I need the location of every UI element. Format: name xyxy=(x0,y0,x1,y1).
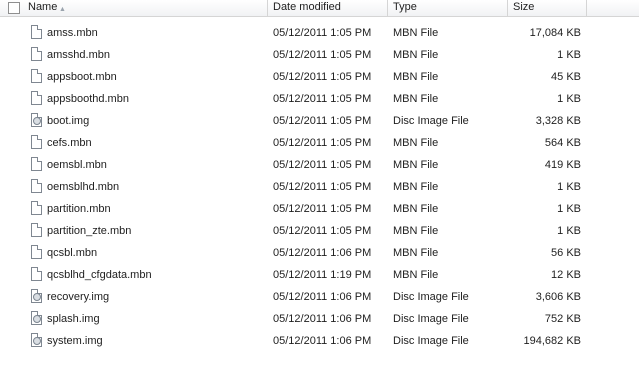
file-size: 56 KB xyxy=(551,247,581,259)
file-name: cefs.mbn xyxy=(47,137,92,149)
file-size: 1 KB xyxy=(557,93,581,105)
file-date-modified: 05/12/2011 1:05 PM xyxy=(273,49,372,61)
file-type: MBN File xyxy=(393,247,439,259)
file-row[interactable]: oemsbl.mbn 05/12/2011 1:05 PM MBN File 419 … xyxy=(0,155,639,177)
file-icon xyxy=(31,135,42,149)
file-type: MBN File xyxy=(393,27,439,39)
file-row[interactable]: partition_zte.mbn 05/12/2011 1:05 PM MBN F… xyxy=(0,221,639,243)
file-type: MBN File xyxy=(393,203,439,215)
file-name: qcsblhd_cfgdata.mbn xyxy=(47,269,152,281)
column-header-bar: Name ▲ Date modified Type Size xyxy=(0,0,639,17)
file-row[interactable]: amss.mbn 05/12/2011 1:05 PM MBN File 17,084… xyxy=(0,23,639,45)
file-type: Disc Image File xyxy=(393,335,469,347)
file-date-modified: 05/12/2011 1:05 PM xyxy=(273,93,372,105)
file-name: qcsbl.mbn xyxy=(47,247,98,259)
file-size: 1 KB xyxy=(557,203,581,215)
column-header-type[interactable]: Type xyxy=(388,0,508,16)
column-header-name[interactable]: Name ▲ xyxy=(0,0,268,16)
sort-ascending-icon: ▲ xyxy=(59,6,66,13)
file-icon xyxy=(31,201,42,215)
disc-image-icon xyxy=(31,289,42,303)
file-icon xyxy=(31,223,42,237)
file-type: MBN File xyxy=(393,159,439,171)
file-size: 3,606 KB xyxy=(535,291,581,303)
file-size: 1 KB xyxy=(557,225,581,237)
file-row[interactable]: oemsblhd.mbn 05/12/2011 1:05 PM MBN File 1 … xyxy=(0,177,639,199)
disc-image-icon xyxy=(31,311,42,325)
file-type: MBN File xyxy=(393,225,439,237)
file-name: oemsbl.mbn xyxy=(47,159,107,171)
file-list: amss.mbn 05/12/2011 1:05 PM MBN File 17,084… xyxy=(0,23,639,353)
file-name: appsboot.mbn xyxy=(47,71,117,83)
file-row[interactable]: appsboot.mbn 05/12/2011 1:05 PM MBN File 45… xyxy=(0,67,639,89)
file-name: amss.mbn xyxy=(47,27,98,39)
file-date-modified: 05/12/2011 1:05 PM xyxy=(273,225,372,237)
file-date-modified: 05/12/2011 1:06 PM xyxy=(273,313,372,325)
file-date-modified: 05/12/2011 1:05 PM xyxy=(273,71,372,83)
file-row[interactable]: appsboothd.mbn 05/12/2011 1:05 PM MBN File… xyxy=(0,89,639,111)
file-date-modified: 05/12/2011 1:05 PM xyxy=(273,159,372,171)
file-size: 194,682 KB xyxy=(523,335,582,347)
file-name: system.img xyxy=(47,335,103,347)
select-all-checkbox[interactable] xyxy=(8,2,20,14)
file-date-modified: 05/12/2011 1:05 PM xyxy=(273,137,372,149)
file-icon xyxy=(31,179,42,193)
file-date-modified: 05/12/2011 1:06 PM xyxy=(273,335,372,347)
file-type: MBN File xyxy=(393,49,439,61)
file-type: Disc Image File xyxy=(393,313,469,325)
file-icon xyxy=(31,69,42,83)
file-date-modified: 05/12/2011 1:05 PM xyxy=(273,115,372,127)
file-name: boot.img xyxy=(47,115,90,127)
column-header-size[interactable]: Size xyxy=(508,0,587,16)
file-size: 45 KB xyxy=(551,71,581,83)
column-header-name-label: Name xyxy=(28,1,58,13)
file-type: MBN File xyxy=(393,181,439,193)
file-row[interactable]: qcsblhd_cfgdata.mbn 05/12/2011 1:19 PM MBN… xyxy=(0,265,639,287)
file-row[interactable]: recovery.img 05/12/2011 1:06 PM Disc Image… xyxy=(0,287,639,309)
file-icon xyxy=(31,91,42,105)
disc-image-icon xyxy=(31,113,42,127)
file-size: 564 KB xyxy=(544,137,581,149)
file-date-modified: 05/12/2011 1:05 PM xyxy=(273,181,372,193)
disc-image-icon xyxy=(31,333,42,347)
file-row[interactable]: system.img 05/12/2011 1:06 PM Disc Image F… xyxy=(0,331,639,353)
file-size: 419 KB xyxy=(544,159,581,171)
file-icon xyxy=(31,47,42,61)
file-type: Disc Image File xyxy=(393,291,469,303)
file-icon xyxy=(31,245,42,259)
file-size: 17,084 KB xyxy=(529,27,581,39)
file-row[interactable]: cefs.mbn 05/12/2011 1:05 PM MBN File 564 KB xyxy=(0,133,639,155)
file-size: 1 KB xyxy=(557,49,581,61)
file-icon xyxy=(31,267,42,281)
file-icon xyxy=(31,25,42,39)
file-type: MBN File xyxy=(393,93,439,105)
file-row[interactable]: splash.img 05/12/2011 1:06 PM Disc Image F… xyxy=(0,309,639,331)
file-date-modified: 05/12/2011 1:05 PM xyxy=(273,27,372,39)
file-type: MBN File xyxy=(393,269,439,281)
file-row[interactable]: boot.img 05/12/2011 1:05 PM Disc Image Fil… xyxy=(0,111,639,133)
file-type: Disc Image File xyxy=(393,115,469,127)
file-name: recovery.img xyxy=(47,291,110,303)
file-size: 752 KB xyxy=(544,313,581,325)
column-header-date[interactable]: Date modified xyxy=(268,0,388,16)
file-name: partition.mbn xyxy=(47,203,111,215)
file-name: amsshd.mbn xyxy=(47,49,110,61)
file-date-modified: 05/12/2011 1:06 PM xyxy=(273,247,372,259)
file-date-modified: 05/12/2011 1:05 PM xyxy=(273,203,372,215)
file-size: 12 KB xyxy=(551,269,581,281)
file-name: oemsblhd.mbn xyxy=(47,181,120,193)
file-name: appsboothd.mbn xyxy=(47,93,129,105)
file-date-modified: 05/12/2011 1:19 PM xyxy=(273,269,372,281)
file-name: splash.img xyxy=(47,313,100,325)
file-date-modified: 05/12/2011 1:06 PM xyxy=(273,291,372,303)
file-size: 1 KB xyxy=(557,181,581,193)
file-type: MBN File xyxy=(393,137,439,149)
file-size: 3,328 KB xyxy=(535,115,581,127)
file-icon xyxy=(31,157,42,171)
file-row[interactable]: qcsbl.mbn 05/12/2011 1:06 PM MBN File 56 KB xyxy=(0,243,639,265)
file-name: partition_zte.mbn xyxy=(47,225,132,237)
file-row[interactable]: amsshd.mbn 05/12/2011 1:05 PM MBN File 1 KB xyxy=(0,45,639,67)
file-row[interactable]: partition.mbn 05/12/2011 1:05 PM MBN File 1… xyxy=(0,199,639,221)
file-type: MBN File xyxy=(393,71,439,83)
